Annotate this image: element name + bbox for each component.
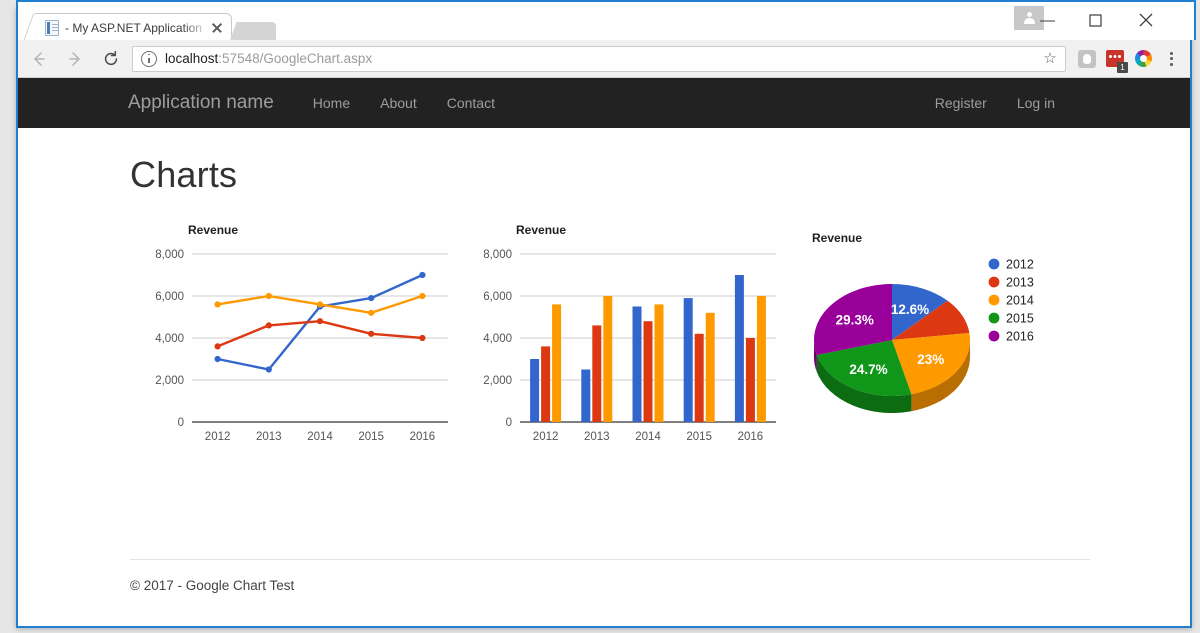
bookmark-star-icon[interactable]: ☆ xyxy=(1041,51,1059,66)
browser-toolbar: localhost:57548/GoogleChart.aspx ☆ 1 xyxy=(18,40,1190,78)
reload-button[interactable] xyxy=(96,44,126,74)
window-close-button[interactable] xyxy=(1123,6,1168,34)
svg-text:2,000: 2,000 xyxy=(483,375,512,387)
bar-chart-canvas: Revenue 0 2,000 4,000 6,000 8,000 2012 2013 2014… xyxy=(483,223,776,443)
favicon-icon xyxy=(45,20,59,36)
browser-tab[interactable]: - My ASP.NET Application xyxy=(36,13,232,42)
svg-text:2016: 2016 xyxy=(410,431,436,443)
browser-menu-button[interactable] xyxy=(1158,46,1184,72)
svg-text:2013: 2013 xyxy=(584,431,610,443)
svg-text:24.7%: 24.7% xyxy=(849,362,887,377)
svg-text:6,000: 6,000 xyxy=(483,291,512,303)
pie-chart-canvas: Revenue 12.6% 23% 24.7% 29.3% 2012 2013 2014 201… xyxy=(812,231,1034,413)
browser-titlebar: - My ASP.NET Application — xyxy=(16,0,1196,42)
nav-link-register[interactable]: Register xyxy=(920,95,1002,111)
extension-colorpicker-icon[interactable] xyxy=(1130,46,1156,72)
window-minimize-button[interactable]: — xyxy=(1025,6,1070,34)
svg-text:Revenue: Revenue xyxy=(516,223,566,237)
svg-text:23%: 23% xyxy=(917,352,944,367)
extension-shield-icon[interactable] xyxy=(1074,46,1100,72)
adblock-badge: 1 xyxy=(1117,61,1128,73)
svg-text:2012: 2012 xyxy=(205,431,231,443)
browser-window: - My ASP.NET Application — localhost:575… xyxy=(16,0,1196,628)
nav-right-group: Register Log in xyxy=(920,95,1190,111)
svg-text:2015: 2015 xyxy=(1006,312,1034,326)
svg-text:6,000: 6,000 xyxy=(155,291,184,303)
svg-text:2,000: 2,000 xyxy=(155,375,184,387)
new-tab-button[interactable] xyxy=(240,22,276,42)
svg-text:2015: 2015 xyxy=(358,431,384,443)
menu-dot xyxy=(1169,57,1173,60)
url-text: localhost:57548/GoogleChart.aspx xyxy=(165,51,372,66)
svg-text:0: 0 xyxy=(178,417,184,429)
svg-text:2015: 2015 xyxy=(686,431,712,443)
brand-link[interactable]: Application name xyxy=(128,92,274,114)
svg-text:12.6%: 12.6% xyxy=(891,302,929,317)
line-chart[interactable]: Revenue 0 2,000 4,000 6,000 8,000 2012 2013 2014… xyxy=(130,220,470,485)
svg-text:8,000: 8,000 xyxy=(483,249,512,261)
pie-chart[interactable]: Revenue 12.6% 23% 24.7% 29.3% 2012 2013 2014 201… xyxy=(806,220,1066,455)
page-viewport: Application name Home About Contact Regi… xyxy=(18,78,1190,624)
svg-text:2014: 2014 xyxy=(1006,294,1034,308)
page-content: Charts Revenue 0 2,000 4,000 6,000 8,000 2012 2… xyxy=(18,154,1190,485)
url-host: localhost xyxy=(165,51,219,66)
menu-dot xyxy=(1169,62,1173,66)
svg-text:2013: 2013 xyxy=(256,431,282,443)
svg-text:Revenue: Revenue xyxy=(188,223,238,237)
nav-link-home[interactable]: Home xyxy=(298,95,365,111)
info-icon[interactable] xyxy=(141,50,157,67)
forward-button[interactable] xyxy=(60,44,90,74)
svg-text:0: 0 xyxy=(506,417,512,429)
tab-close-icon[interactable] xyxy=(209,20,225,36)
svg-text:Revenue: Revenue xyxy=(812,231,862,245)
reload-icon xyxy=(104,50,118,65)
url-path: :57548/GoogleChart.aspx xyxy=(218,51,373,66)
back-arrow-icon xyxy=(34,51,45,66)
nav-link-login[interactable]: Log in xyxy=(1002,95,1070,111)
address-bar[interactable]: localhost:57548/GoogleChart.aspx ☆ xyxy=(132,45,1066,72)
svg-text:2012: 2012 xyxy=(533,431,559,443)
window-maximize-button[interactable] xyxy=(1073,6,1118,34)
svg-text:4,000: 4,000 xyxy=(155,333,184,345)
tab-title: - My ASP.NET Application xyxy=(65,21,202,35)
svg-text:2016: 2016 xyxy=(1006,330,1034,344)
svg-text:29.3%: 29.3% xyxy=(836,313,874,328)
close-icon xyxy=(1139,13,1152,27)
svg-text:2012: 2012 xyxy=(1006,258,1034,272)
page-title: Charts xyxy=(130,154,238,195)
back-button[interactable] xyxy=(24,44,54,74)
svg-text:4,000: 4,000 xyxy=(483,333,512,345)
svg-text:2014: 2014 xyxy=(635,431,661,443)
maximize-icon xyxy=(1089,13,1102,27)
nav-link-contact[interactable]: Contact xyxy=(432,95,510,111)
nav-link-about[interactable]: About xyxy=(365,95,432,111)
line-chart-canvas: Revenue 0 2,000 4,000 6,000 8,000 2012 2013 2014… xyxy=(155,223,448,443)
svg-text:2014: 2014 xyxy=(307,431,333,443)
svg-text:8,000: 8,000 xyxy=(155,249,184,261)
bar-chart[interactable]: Revenue 0 2,000 4,000 6,000 8,000 2012 2013 2014… xyxy=(458,220,798,485)
extension-adblock-icon[interactable]: 1 xyxy=(1102,46,1128,73)
forward-arrow-icon xyxy=(69,51,80,66)
charts-row: Revenue 0 2,000 4,000 6,000 8,000 2012 2013 2014… xyxy=(130,220,1090,485)
svg-text:2016: 2016 xyxy=(738,431,764,443)
minimize-icon: — xyxy=(1040,11,1055,29)
site-navbar: Application name Home About Contact Regi… xyxy=(18,78,1190,128)
menu-dot xyxy=(1169,51,1173,55)
svg-text:2013: 2013 xyxy=(1006,276,1034,290)
page-footer: © 2017 - Google Chart Test xyxy=(130,559,1090,593)
desktop-background: - My ASP.NET Application — localhost:575… xyxy=(0,0,1200,633)
footer-text: © 2017 - Google Chart Test xyxy=(130,578,295,593)
